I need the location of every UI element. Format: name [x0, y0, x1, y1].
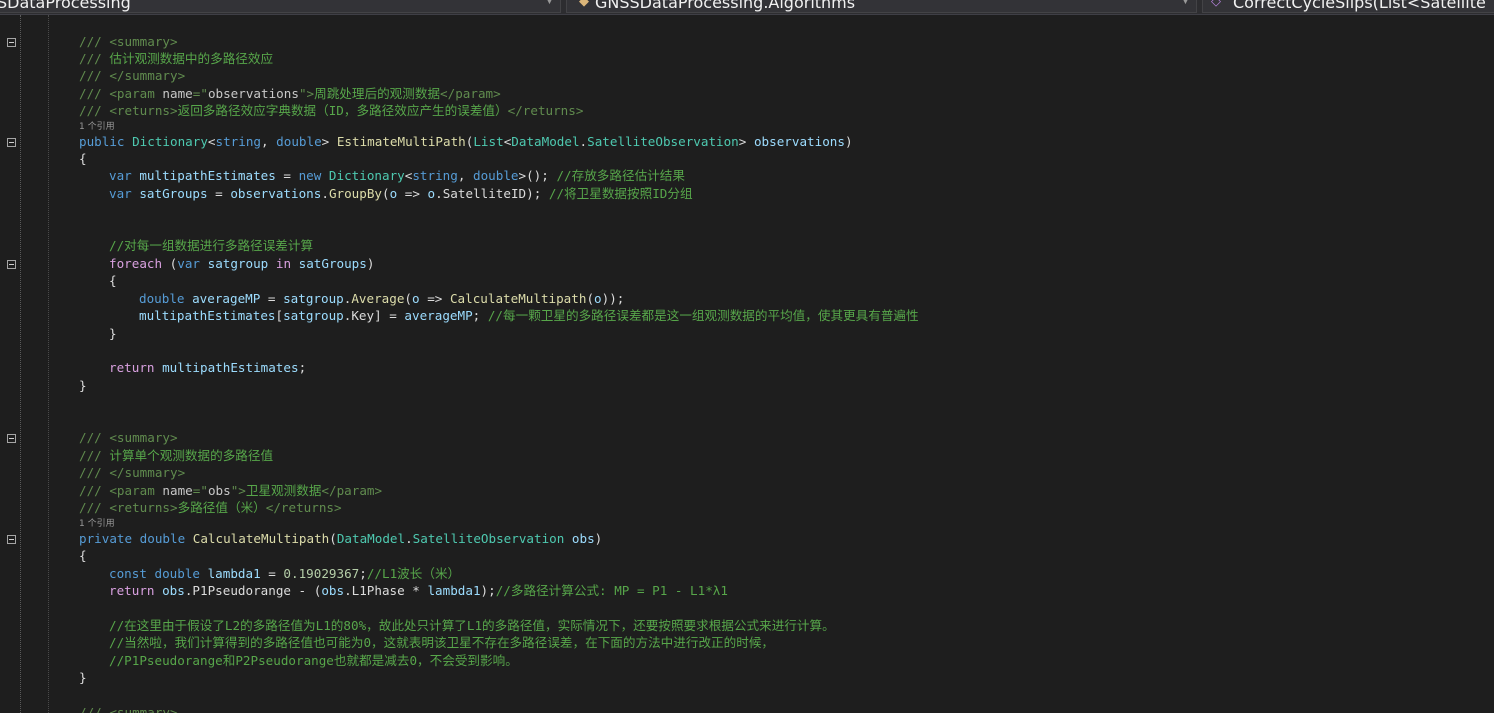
code-line[interactable]: //当然啦，我们计算得到的多路径值也可能为0，这就表明该卫星不存在多路径误差，在… [109, 634, 774, 652]
class-icon: ◆ [579, 0, 589, 9]
code-line[interactable]: { [109, 272, 117, 290]
member-dropdown[interactable]: ◇ CorrectCycleSlips(List<Satellite [1202, 0, 1494, 13]
code-line[interactable]: //对每一组数据进行多路径误差计算 [109, 237, 313, 255]
code-line[interactable]: } [79, 669, 87, 687]
code-line[interactable]: public Dictionary<string, double> Estima… [79, 133, 853, 151]
code-line[interactable]: foreach (var satgroup in satGroups) [109, 255, 374, 273]
navigation-bar: SDataProcessing ▼ ◆ GNSSDataProcessing.A… [0, 0, 1494, 15]
code-line[interactable]: } [79, 377, 87, 395]
reference-count-link[interactable]: 1 个引用 [79, 518, 115, 530]
code-line[interactable]: double averageMP = satgroup.Average(o =>… [139, 290, 624, 308]
code-line[interactable]: multipathEstimates[satgroup.Key] = avera… [139, 307, 919, 325]
code-line[interactable]: /// 计算单个观测数据的多路径值 [79, 447, 273, 465]
code-editor[interactable]: /// <summary> /// 估计观测数据中的多路径效应 /// </su… [0, 15, 1494, 713]
collapse-icon[interactable] [7, 434, 16, 443]
chevron-down-icon[interactable]: ▼ [546, 0, 556, 6]
collapse-icon[interactable] [7, 260, 16, 269]
code-line[interactable]: var satGroups = observations.GroupBy(o =… [109, 185, 693, 203]
code-line[interactable]: return multipathEstimates; [109, 359, 306, 377]
indent-guide [48, 15, 49, 713]
class-name: GNSSDataProcessing.Algorithms [595, 0, 856, 12]
code-line[interactable]: private double CalculateMultipath(DataMo… [79, 530, 602, 548]
code-line[interactable]: } [109, 325, 117, 343]
project-name: SDataProcessing [0, 0, 131, 12]
code-line[interactable]: /// <summary> [79, 704, 178, 713]
code-line[interactable]: /// <summary> [79, 33, 178, 51]
collapse-icon[interactable] [7, 535, 16, 544]
code-line[interactable]: /// <summary> [79, 429, 178, 447]
code-line[interactable]: var multipathEstimates = new Dictionary<… [109, 167, 685, 185]
code-line[interactable]: /// <returns>返回多路径效应字典数据（ID，多路径效应产生的误差值）… [79, 102, 583, 120]
code-line[interactable]: /// <param name="obs">卫星观测数据</param> [79, 482, 382, 500]
code-line[interactable]: /// 估计观测数据中的多路径效应 [79, 50, 273, 68]
collapse-icon[interactable] [7, 38, 16, 47]
code-line[interactable]: //在这里由于假设了L2的多路径值为L1的80%，故此处只计算了L1的多路径值，… [109, 617, 835, 635]
code-line[interactable]: { [79, 150, 87, 168]
outline-guide [20, 15, 21, 713]
code-line[interactable]: /// </summary> [79, 464, 185, 482]
collapse-icon[interactable] [7, 138, 16, 147]
chevron-down-icon[interactable]: ▼ [1182, 0, 1192, 6]
reference-count-link[interactable]: 1 个引用 [79, 121, 115, 133]
code-line[interactable]: const double lambda1 = 0.19029367;//L1波长… [109, 565, 460, 583]
code-line[interactable]: { [79, 547, 87, 565]
class-dropdown[interactable]: ◆ GNSSDataProcessing.Algorithms ▼ [566, 0, 1197, 13]
member-name: CorrectCycleSlips(List<Satellite [1233, 0, 1486, 12]
code-line[interactable]: /// <param name="observations">周跳处理后的观测数… [79, 85, 501, 103]
project-dropdown[interactable]: SDataProcessing ▼ [0, 0, 561, 13]
method-icon: ◇ [1211, 0, 1221, 9]
code-line[interactable]: return obs.P1Pseudorange - (obs.L1Phase … [109, 582, 728, 600]
code-line[interactable]: //P1Pseudorange和P2Pseudorange也就都是减去0，不会受… [109, 652, 518, 670]
code-line[interactable]: /// </summary> [79, 67, 185, 85]
code-line[interactable]: /// <returns>多路径值（米）</returns> [79, 499, 342, 517]
